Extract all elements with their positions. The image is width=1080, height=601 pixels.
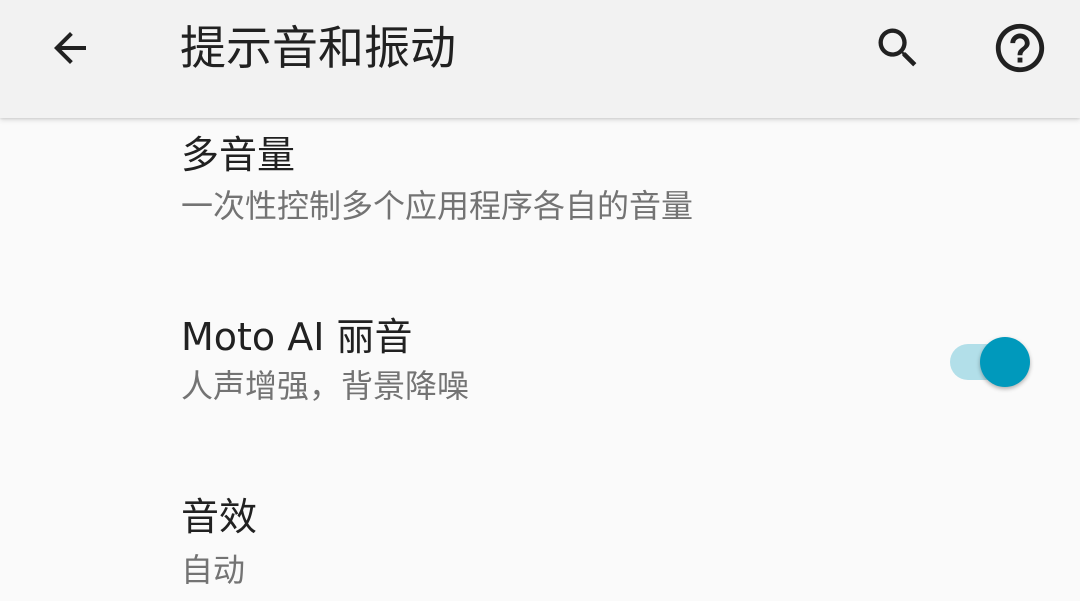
page-title: 提示音和振动: [180, 21, 456, 75]
back-button[interactable]: [34, 12, 106, 84]
setting-title: 多音量: [181, 133, 296, 177]
help-button[interactable]: [984, 12, 1056, 84]
moto-ai-audio-toggle[interactable]: [946, 328, 1036, 388]
setting-summary: 人声增强，背景降噪: [181, 367, 470, 405]
app-bar: 提示音和振动: [0, 0, 1080, 118]
search-button[interactable]: [862, 12, 934, 84]
sound-settings-screen: 提示音和振动 多音量 一次性控制多个应用程序各自的音量 Moto AI 丽音 人…: [0, 0, 1080, 601]
setting-title: 音效: [181, 495, 258, 539]
setting-title: Moto AI 丽音: [181, 315, 413, 359]
setting-sound-effects[interactable]: 音效 自动: [0, 474, 1080, 601]
settings-list: 多音量 一次性控制多个应用程序各自的音量 Moto AI 丽音 人声增强，背景降…: [0, 118, 1080, 601]
arrow-back-icon: [54, 32, 86, 64]
setting-multi-volume[interactable]: 多音量 一次性控制多个应用程序各自的音量: [0, 118, 1080, 272]
setting-moto-ai-audio[interactable]: Moto AI 丽音 人声增强，背景降噪: [0, 296, 1080, 446]
help-circle-icon: [995, 23, 1045, 73]
search-icon: [878, 28, 917, 67]
toggle-thumb: [980, 337, 1030, 387]
setting-summary: 自动: [181, 551, 246, 589]
setting-summary: 一次性控制多个应用程序各自的音量: [181, 187, 694, 225]
